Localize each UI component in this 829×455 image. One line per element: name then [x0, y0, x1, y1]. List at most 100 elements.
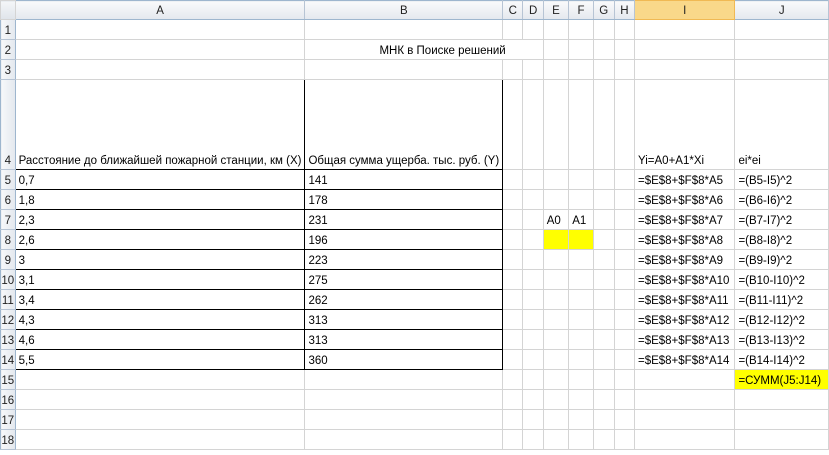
- cell-x-value[interactable]: 4,6: [14, 329, 306, 350]
- cell[interactable]: [613, 329, 635, 350]
- cell[interactable]: [592, 369, 615, 390]
- cell[interactable]: [568, 289, 594, 310]
- cell-x-value[interactable]: 2,6: [14, 229, 306, 250]
- cell[interactable]: [522, 369, 544, 390]
- row-header[interactable]: 13: [0, 329, 16, 350]
- cell[interactable]: [613, 309, 635, 330]
- column-header-f[interactable]: F: [568, 0, 594, 20]
- cell[interactable]: [542, 349, 570, 370]
- row-header[interactable]: 15: [0, 369, 16, 390]
- column-header-e[interactable]: E: [542, 0, 570, 20]
- cell[interactable]: [734, 59, 829, 80]
- cell[interactable]: [542, 429, 570, 450]
- cell[interactable]: [592, 409, 615, 430]
- cell[interactable]: [568, 19, 594, 40]
- cell[interactable]: [502, 229, 524, 250]
- cell-x-value[interactable]: 4,3: [14, 309, 306, 330]
- cell[interactable]: [522, 309, 544, 330]
- cell[interactable]: [592, 429, 615, 450]
- cell[interactable]: [568, 309, 594, 330]
- cell-ei-formula[interactable]: =(B7-I7)^2: [734, 209, 829, 230]
- cell[interactable]: [613, 169, 635, 190]
- cell-ei-formula[interactable]: =(B10-I10)^2: [734, 269, 829, 290]
- cell-yi-formula[interactable]: =$E$8+$F$8*A12: [633, 309, 736, 330]
- cell[interactable]: [613, 269, 635, 290]
- cell[interactable]: [522, 189, 544, 210]
- cell[interactable]: [592, 349, 615, 370]
- cell[interactable]: [502, 59, 524, 80]
- cell[interactable]: [734, 39, 829, 60]
- cell[interactable]: [592, 309, 615, 330]
- cell[interactable]: [568, 39, 594, 60]
- cell[interactable]: [613, 249, 635, 270]
- cell[interactable]: [502, 369, 524, 390]
- cell[interactable]: [522, 229, 544, 250]
- cell[interactable]: [14, 19, 306, 40]
- cell[interactable]: [568, 269, 594, 290]
- column-header-c[interactable]: C: [502, 0, 524, 20]
- cell[interactable]: [542, 59, 570, 80]
- cell[interactable]: [613, 229, 635, 250]
- cell[interactable]: [568, 429, 594, 450]
- cell[interactable]: [592, 209, 615, 230]
- cell-param-a0-value[interactable]: [542, 229, 570, 250]
- cell-ei-formula[interactable]: =(B14-I14)^2: [734, 349, 829, 370]
- column-header-h[interactable]: H: [613, 0, 635, 20]
- cell[interactable]: [522, 249, 544, 270]
- cell[interactable]: [522, 79, 544, 170]
- cell-y-value[interactable]: 141: [304, 169, 504, 190]
- cell-x-value[interactable]: 3,4: [14, 289, 306, 310]
- row-header[interactable]: 3: [0, 59, 16, 80]
- cell[interactable]: [568, 369, 594, 390]
- cell[interactable]: [613, 389, 635, 410]
- cell[interactable]: [542, 289, 570, 310]
- cell[interactable]: [633, 409, 736, 430]
- cell[interactable]: [522, 269, 544, 290]
- cell[interactable]: [592, 169, 615, 190]
- cell[interactable]: [592, 289, 615, 310]
- cell-title[interactable]: МНК в Поиске решений: [304, 39, 544, 60]
- cell[interactable]: [522, 349, 544, 370]
- cell[interactable]: [613, 289, 635, 310]
- cell-ei-formula[interactable]: =(B11-I11)^2: [734, 289, 829, 310]
- cell[interactable]: [502, 249, 524, 270]
- cell-y-value[interactable]: 313: [304, 329, 504, 350]
- column-header-j[interactable]: J: [734, 0, 829, 20]
- row-header[interactable]: 6: [0, 189, 16, 210]
- cell[interactable]: [633, 389, 736, 410]
- cell[interactable]: [14, 389, 306, 410]
- column-header-g[interactable]: G: [592, 0, 615, 20]
- cell-x-value[interactable]: 2,3: [14, 209, 306, 230]
- cell[interactable]: [734, 19, 829, 40]
- cell[interactable]: [613, 189, 635, 210]
- cell[interactable]: [633, 39, 736, 60]
- cell[interactable]: [568, 329, 594, 350]
- cell-header-y[interactable]: Общая сумма ущерба. тыс. руб. (Y): [304, 79, 504, 170]
- cell-ei-formula[interactable]: =(B8-I8)^2: [734, 229, 829, 250]
- cell[interactable]: [633, 59, 736, 80]
- cell-x-value[interactable]: 5,5: [14, 349, 306, 370]
- cell-x-value[interactable]: 0,7: [14, 169, 306, 190]
- cell[interactable]: [14, 59, 306, 80]
- cell-y-value[interactable]: 196: [304, 229, 504, 250]
- cell[interactable]: [522, 59, 544, 80]
- cell[interactable]: [633, 429, 736, 450]
- cell[interactable]: [14, 409, 306, 430]
- row-header[interactable]: 18: [0, 429, 16, 450]
- cell[interactable]: [613, 429, 635, 450]
- cell-ei-formula[interactable]: =(B13-I13)^2: [734, 329, 829, 350]
- cell[interactable]: [613, 79, 635, 170]
- cell[interactable]: [592, 389, 615, 410]
- cell[interactable]: [592, 249, 615, 270]
- cell[interactable]: [14, 369, 306, 390]
- row-header[interactable]: 4: [0, 79, 16, 170]
- cell-y-value[interactable]: 231: [304, 209, 504, 230]
- cell[interactable]: [502, 189, 524, 210]
- column-header-b[interactable]: B: [304, 0, 504, 20]
- cell[interactable]: [502, 309, 524, 330]
- cell[interactable]: [568, 169, 594, 190]
- column-header-d[interactable]: D: [522, 0, 544, 20]
- cell-x-value[interactable]: 3: [14, 249, 306, 270]
- row-header[interactable]: 1: [0, 19, 16, 40]
- select-all-corner[interactable]: [0, 0, 16, 20]
